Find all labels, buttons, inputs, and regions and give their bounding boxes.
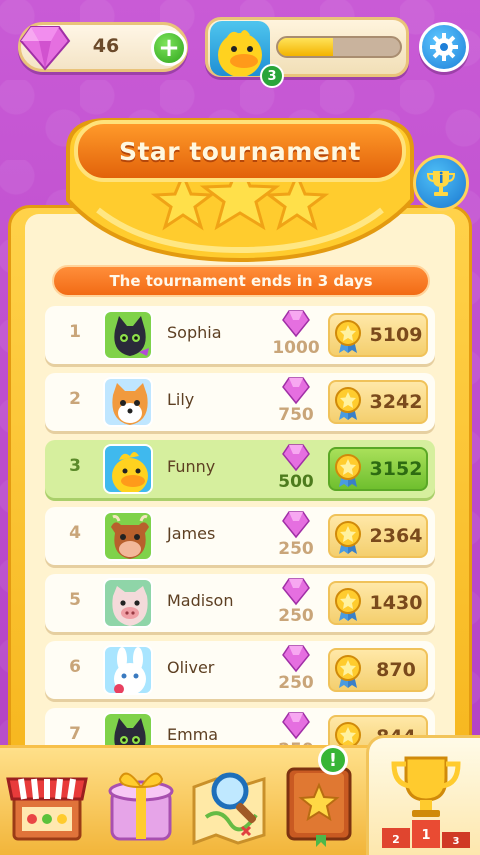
leaderboard-row[interactable]: 5 Madison 250 1430 bbox=[45, 574, 435, 632]
player-avatar bbox=[103, 377, 153, 427]
tournament-title-ribbon: Star tournament bbox=[74, 120, 406, 182]
star-score: 3152 bbox=[369, 458, 423, 480]
medal-icon bbox=[333, 521, 363, 555]
star-book-icon bbox=[286, 767, 352, 847]
medal-icon bbox=[333, 655, 363, 689]
tournament-ends-banner: The tournament ends in 3 days bbox=[52, 265, 430, 297]
map-magnifier-icon bbox=[192, 772, 266, 846]
gem-reward: 250 bbox=[278, 539, 314, 559]
player-level-badge: 3 bbox=[260, 64, 284, 88]
nav-tournament-button[interactable]: 2 1 3 bbox=[376, 750, 476, 850]
player-avatar bbox=[103, 444, 153, 494]
player-avatar bbox=[103, 310, 153, 360]
svg-text:3: 3 bbox=[453, 836, 460, 847]
player-avatar bbox=[103, 645, 153, 695]
trophy-info-icon bbox=[426, 171, 456, 196]
rank-number: 3 bbox=[69, 456, 81, 476]
gem-reward: 250 bbox=[278, 606, 314, 626]
xp-progress-bar bbox=[276, 36, 402, 58]
add-gems-button[interactable]: + bbox=[151, 30, 187, 66]
player-name: Oliver bbox=[167, 658, 215, 677]
gem-count: 46 bbox=[92, 35, 120, 57]
medal-icon bbox=[333, 454, 363, 488]
nav-shop-button[interactable] bbox=[2, 757, 92, 847]
duck-icon bbox=[218, 30, 262, 76]
shop-stall-icon bbox=[6, 777, 88, 841]
gem-icon bbox=[281, 576, 311, 606]
leaderboard-row-current-player[interactable]: 3 Funny 500 3152 bbox=[45, 440, 435, 498]
gem-reward: 500 bbox=[278, 472, 314, 492]
player-avatar bbox=[210, 21, 270, 76]
score-pill: 3242 bbox=[328, 380, 428, 424]
star-score: 870 bbox=[376, 659, 416, 681]
nav-gifts-button[interactable] bbox=[96, 757, 186, 847]
gem-icon bbox=[281, 710, 311, 740]
leaderboard-row[interactable]: 1 Sophia 1000 5109 bbox=[45, 306, 435, 364]
svg-text:1: 1 bbox=[421, 828, 430, 843]
leaderboard-list[interactable]: 1 Sophia 1000 5109 2 Lily 750 3242 3 Funny 500 3152… bbox=[45, 306, 435, 746]
nav-map-button[interactable] bbox=[186, 757, 276, 847]
score-pill: 5109 bbox=[328, 313, 428, 357]
player-name: Madison bbox=[167, 591, 234, 610]
leaderboard-row[interactable]: 2 Lily 750 3242 bbox=[45, 373, 435, 431]
medal-icon bbox=[333, 387, 363, 421]
player-avatar bbox=[103, 578, 153, 628]
cow-icon bbox=[105, 513, 151, 559]
gift-box-icon bbox=[108, 772, 174, 841]
score-pill: 2364 bbox=[328, 514, 428, 558]
star-score: 5109 bbox=[369, 324, 423, 346]
nav-alert-badge: ! bbox=[318, 745, 348, 775]
gem-reward: 250 bbox=[278, 673, 314, 693]
rank-number: 2 bbox=[69, 389, 81, 409]
rank-number: 6 bbox=[69, 657, 81, 677]
gem-icon bbox=[281, 643, 311, 673]
score-pill: 870 bbox=[328, 648, 428, 692]
gem-counter: 46 + bbox=[18, 22, 188, 72]
gem-icon bbox=[281, 308, 311, 338]
rank-number: 4 bbox=[69, 523, 81, 543]
rank-number: 1 bbox=[69, 322, 81, 342]
player-avatar bbox=[103, 511, 153, 561]
medal-icon bbox=[333, 588, 363, 622]
tournament-info-button[interactable] bbox=[413, 155, 469, 211]
xp-progress-fill bbox=[278, 38, 333, 56]
rank-number: 5 bbox=[69, 590, 81, 610]
shiba-dog-icon bbox=[105, 379, 151, 425]
player-name: Lily bbox=[167, 390, 195, 409]
leaderboard-row[interactable]: 6 Oliver 250 870 bbox=[45, 641, 435, 699]
leaderboard-row[interactable]: 4 James 250 2364 bbox=[45, 507, 435, 565]
nav-collection-button[interactable] bbox=[276, 757, 366, 847]
gem-icon bbox=[281, 509, 311, 539]
duck-icon bbox=[105, 446, 151, 492]
player-avatar bbox=[103, 712, 153, 746]
medal-icon bbox=[333, 722, 363, 746]
player-name: Funny bbox=[167, 457, 216, 476]
star-score: 3242 bbox=[369, 391, 423, 413]
gem-reward: 1000 bbox=[272, 338, 320, 358]
svg-text:2: 2 bbox=[392, 833, 400, 846]
trophy-podium-icon: 2 1 3 bbox=[382, 756, 470, 848]
pig-icon bbox=[105, 580, 151, 626]
player-profile[interactable]: 3 bbox=[205, 17, 409, 88]
gem-icon bbox=[19, 26, 71, 71]
player-name: Sophia bbox=[167, 323, 222, 342]
player-name: James bbox=[167, 524, 216, 543]
black-cat-icon bbox=[105, 312, 151, 358]
score-pill: 3152 bbox=[328, 447, 428, 491]
gem-icon bbox=[281, 375, 311, 405]
gear-icon bbox=[430, 33, 458, 61]
gem-icon bbox=[281, 442, 311, 472]
gem-reward: 750 bbox=[278, 405, 314, 425]
star-score: 2364 bbox=[369, 525, 423, 547]
rank-number: 7 bbox=[69, 724, 81, 744]
medal-icon bbox=[333, 320, 363, 354]
tournament-title: Star tournament bbox=[118, 136, 362, 166]
white-rabbit-icon bbox=[105, 647, 151, 693]
settings-button[interactable] bbox=[419, 22, 469, 72]
player-name: Emma bbox=[167, 725, 219, 744]
star-score: 1430 bbox=[369, 592, 423, 614]
score-pill: 1430 bbox=[328, 581, 428, 625]
